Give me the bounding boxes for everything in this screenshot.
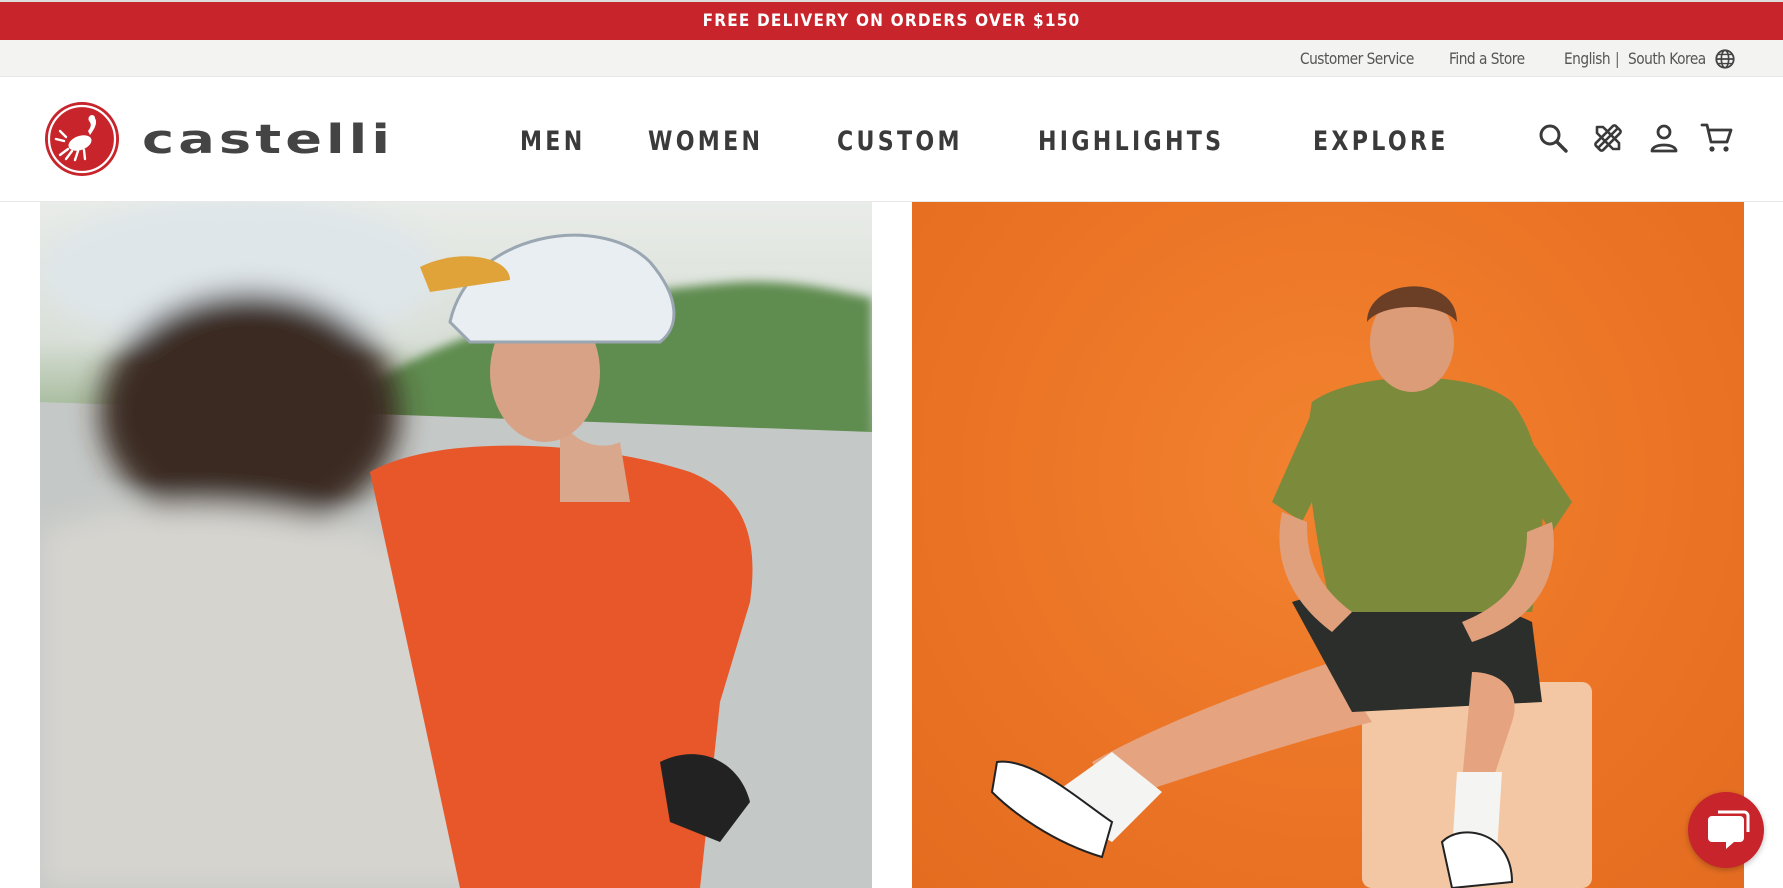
promo-text: FREE DELIVERY ON ORDERS OVER $150 — [702, 11, 1081, 31]
search-icon[interactable] — [1536, 121, 1570, 155]
nav-explore[interactable]: EXPLORE — [1313, 126, 1449, 157]
locale-separator: | — [1615, 49, 1620, 68]
scorpion-logo-icon[interactable] — [44, 101, 120, 177]
main-header: castelli MEN WOMEN CUSTOM HIGHLIGHTS EXP… — [0, 77, 1783, 202]
customer-service-link[interactable]: Customer Service — [1300, 49, 1414, 68]
globe-icon[interactable] — [1714, 48, 1736, 70]
region-link[interactable]: South Korea — [1628, 49, 1706, 68]
seated-cyclist-olive-jersey-photo — [990, 286, 1592, 888]
primary-nav: MEN WOMEN CUSTOM HIGHLIGHTS EXPLORE — [520, 121, 1527, 161]
utility-bar: Customer Service Find a Store English | … — [0, 40, 1783, 77]
hero-image-right[interactable] — [912, 202, 1744, 888]
nav-highlights[interactable]: HIGHLIGHTS — [1038, 126, 1224, 157]
cyclist-orange-jersey-photo — [40, 202, 872, 888]
hero-image-left[interactable] — [40, 202, 872, 888]
language-link[interactable]: English — [1564, 49, 1611, 68]
castelli-wordmark[interactable]: castelli — [142, 121, 396, 161]
nav-men[interactable]: MEN — [520, 126, 586, 157]
account-icon[interactable] — [1647, 121, 1681, 155]
custom-tools-icon[interactable] — [1591, 121, 1625, 155]
find-store-link[interactable]: Find a Store — [1449, 49, 1525, 68]
chat-icon — [1708, 810, 1750, 849]
cart-icon[interactable] — [1700, 121, 1734, 155]
promo-banner: FREE DELIVERY ON ORDERS OVER $150 — [0, 0, 1783, 40]
nav-women[interactable]: WOMEN — [648, 126, 763, 157]
nav-custom[interactable]: CUSTOM — [837, 126, 963, 157]
brand-name: castelli — [142, 121, 394, 161]
chat-button[interactable] — [1688, 792, 1764, 868]
